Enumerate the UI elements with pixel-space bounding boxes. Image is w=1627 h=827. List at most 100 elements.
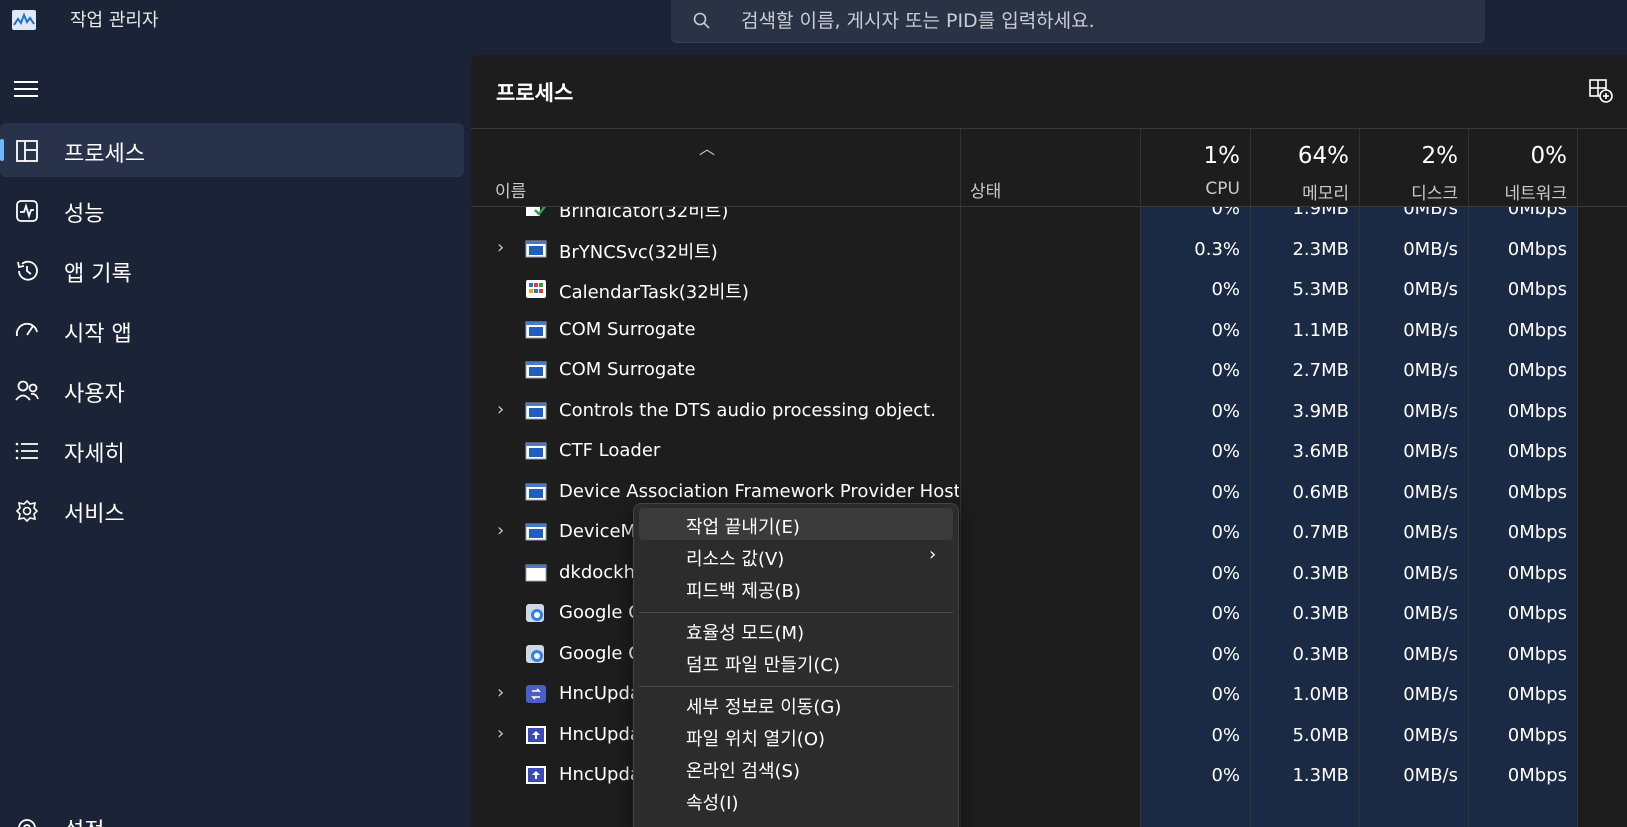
disk-total: 2% bbox=[1421, 143, 1459, 169]
cell-net: 0Mbps bbox=[1507, 360, 1567, 381]
sidebar-item-label: 프로세스 bbox=[64, 142, 145, 167]
menu-item-efficiency-mode[interactable]: 효율성 모드(M) bbox=[639, 614, 953, 646]
cell-cpu: 0.3% bbox=[1194, 238, 1240, 260]
process-name: CTF Loader bbox=[559, 440, 661, 461]
table-row[interactable]: › Controls the DTS audio processing objec… bbox=[471, 391, 1627, 433]
cell-net: 0Mbps bbox=[1507, 765, 1567, 786]
window-app-icon bbox=[525, 360, 547, 380]
cell-disk: 0MB/s bbox=[1403, 522, 1458, 543]
menu-item-resource-values[interactable]: 리소스 값(V) › bbox=[639, 540, 953, 572]
sidebar-item-settings[interactable]: 설정 bbox=[0, 800, 464, 827]
menu-item-label: 파일 위치 열기(O) bbox=[686, 729, 826, 750]
chevron-right-icon: › bbox=[929, 544, 937, 565]
cell-mem: 5.3MB bbox=[1292, 279, 1349, 300]
cell-net: 0Mbps bbox=[1507, 562, 1567, 584]
search-box[interactable] bbox=[671, 0, 1485, 43]
column-header-disk[interactable]: 2% 디스크 bbox=[1360, 129, 1468, 207]
search-input[interactable] bbox=[741, 6, 1461, 36]
expand-chevron-icon[interactable]: › bbox=[497, 723, 504, 744]
cell-net: 0Mbps bbox=[1507, 238, 1567, 260]
sidebar-item-details[interactable]: 자세히 bbox=[0, 423, 464, 477]
cell-cpu: 0% bbox=[1211, 441, 1240, 462]
window-app-icon bbox=[525, 482, 547, 502]
sidebar-item-services[interactable]: 서비스 bbox=[0, 483, 464, 537]
column-header-memory[interactable]: 64% 메모리 bbox=[1251, 129, 1359, 207]
menu-item-search-online[interactable]: 온라인 검색(S) bbox=[639, 752, 953, 784]
calendar-app-icon bbox=[525, 279, 547, 299]
cell-mem: 1.3MB bbox=[1292, 765, 1349, 786]
cell-net: 0Mbps bbox=[1507, 643, 1567, 665]
cell-disk: 0MB/s bbox=[1403, 360, 1458, 381]
checkmark-app-icon bbox=[525, 207, 547, 218]
menu-item-open-file-location[interactable]: 파일 위치 열기(O) bbox=[639, 720, 953, 752]
cell-cpu: 0% bbox=[1211, 643, 1240, 665]
blank-window-icon bbox=[525, 563, 547, 583]
cell-cpu: 0% bbox=[1211, 360, 1240, 381]
cell-mem: 0.7MB bbox=[1292, 522, 1349, 543]
cell-cpu: 0% bbox=[1211, 279, 1240, 300]
table-row[interactable]: › BrYNCSvc(32비트) 0.3% 2.3MB 0MB/s 0Mbps bbox=[471, 229, 1627, 271]
app-history-icon bbox=[17, 260, 38, 281]
column-header-cpu[interactable]: 1% CPU bbox=[1141, 129, 1250, 207]
process-name: BrIndicator(32비트) bbox=[559, 207, 729, 222]
google-update-icon bbox=[525, 603, 547, 623]
app-title: 작업 관리자 bbox=[70, 10, 159, 31]
cell-mem: 2.3MB bbox=[1292, 238, 1349, 260]
sidebar-item-performance[interactable]: 성능 bbox=[0, 183, 464, 237]
menu-item-label: 속성(I) bbox=[686, 793, 739, 814]
table-row[interactable]: COM Surrogate 0% 1.1MB 0MB/s 0Mbps bbox=[471, 310, 1627, 352]
column-header-network[interactable]: 0% 네트워크 bbox=[1469, 129, 1577, 207]
expand-chevron-icon[interactable]: › bbox=[497, 520, 504, 541]
column-header-status[interactable]: 상태 bbox=[970, 177, 1001, 202]
performance-icon bbox=[16, 200, 38, 222]
menu-item-label: 효율성 모드(M) bbox=[686, 623, 805, 644]
cell-mem: 3.9MB bbox=[1292, 400, 1349, 422]
disk-label: 디스크 bbox=[1411, 184, 1458, 204]
sidebar-item-app-history[interactable]: 앱 기록 bbox=[0, 243, 464, 297]
menu-item-label: 피드백 제공(B) bbox=[686, 581, 801, 602]
cell-mem: 0.6MB bbox=[1292, 481, 1349, 503]
cell-cpu: 0% bbox=[1211, 207, 1240, 219]
cell-disk: 0MB/s bbox=[1403, 603, 1458, 624]
table-row[interactable]: COM Surrogate 0% 2.7MB 0MB/s 0Mbps bbox=[471, 350, 1627, 392]
expand-chevron-icon[interactable]: › bbox=[497, 682, 504, 703]
sidebar-item-users[interactable]: 사용자 bbox=[0, 363, 464, 417]
task-manager-icon bbox=[12, 10, 36, 30]
table-row[interactable]: BrIndicator(32비트) 0% 1.9MB 0MB/s 0Mbps bbox=[471, 207, 1627, 230]
search-icon bbox=[693, 12, 710, 29]
sidebar-item-label: 설정 bbox=[64, 813, 104, 827]
cell-net: 0Mbps bbox=[1507, 684, 1567, 705]
expand-chevron-icon[interactable]: › bbox=[497, 399, 504, 420]
process-name: Device Association Framework Provider Ho… bbox=[559, 480, 959, 502]
context-menu: 작업 끝내기(E) 리소스 값(V) › 피드백 제공(B) 효율성 모드(M)… bbox=[633, 503, 959, 827]
sidebar-item-label: 앱 기록 bbox=[64, 262, 132, 287]
menu-item-go-to-details[interactable]: 세부 정보로 이동(G) bbox=[639, 688, 953, 720]
sidebar-item-startup-apps[interactable]: 시작 앱 bbox=[0, 303, 464, 357]
table-row[interactable]: CTF Loader 0% 3.6MB 0MB/s 0Mbps bbox=[471, 431, 1627, 473]
window-app-icon bbox=[525, 441, 547, 461]
menu-item-end-task[interactable]: 작업 끝내기(E) bbox=[639, 508, 953, 540]
cell-mem: 3.6MB bbox=[1292, 441, 1349, 462]
run-new-task-icon[interactable] bbox=[1589, 79, 1613, 103]
settings-gear-icon bbox=[18, 819, 36, 827]
hamburger-menu-icon[interactable] bbox=[14, 80, 38, 98]
cell-disk: 0MB/s bbox=[1403, 481, 1458, 503]
menu-item-feedback[interactable]: 피드백 제공(B) bbox=[639, 572, 953, 604]
title-bar: 작업 관리자 bbox=[0, 0, 1627, 48]
cell-disk: 0MB/s bbox=[1403, 684, 1458, 705]
cell-cpu: 0% bbox=[1211, 603, 1240, 624]
menu-separator bbox=[639, 686, 953, 687]
menu-item-create-dump[interactable]: 덤프 파일 만들기(C) bbox=[639, 646, 953, 678]
table-row[interactable]: CalendarTask(32비트) 0% 5.3MB 0MB/s 0Mbps bbox=[471, 269, 1627, 311]
menu-item-label: 작업 끝내기(E) bbox=[686, 517, 800, 538]
cell-disk: 0MB/s bbox=[1403, 643, 1458, 665]
window-app-icon bbox=[525, 522, 547, 542]
menu-item-properties[interactable]: 속성(I) bbox=[639, 784, 953, 816]
window-app-icon bbox=[525, 239, 547, 259]
cell-mem: 0.3MB bbox=[1292, 603, 1349, 624]
expand-chevron-icon[interactable]: › bbox=[497, 237, 504, 258]
page-title: 프로세스 bbox=[496, 81, 574, 105]
cell-net: 0Mbps bbox=[1507, 279, 1567, 300]
sidebar-item-processes[interactable]: 프로세스 bbox=[0, 123, 464, 177]
column-header-name[interactable]: 이름 bbox=[495, 177, 526, 202]
